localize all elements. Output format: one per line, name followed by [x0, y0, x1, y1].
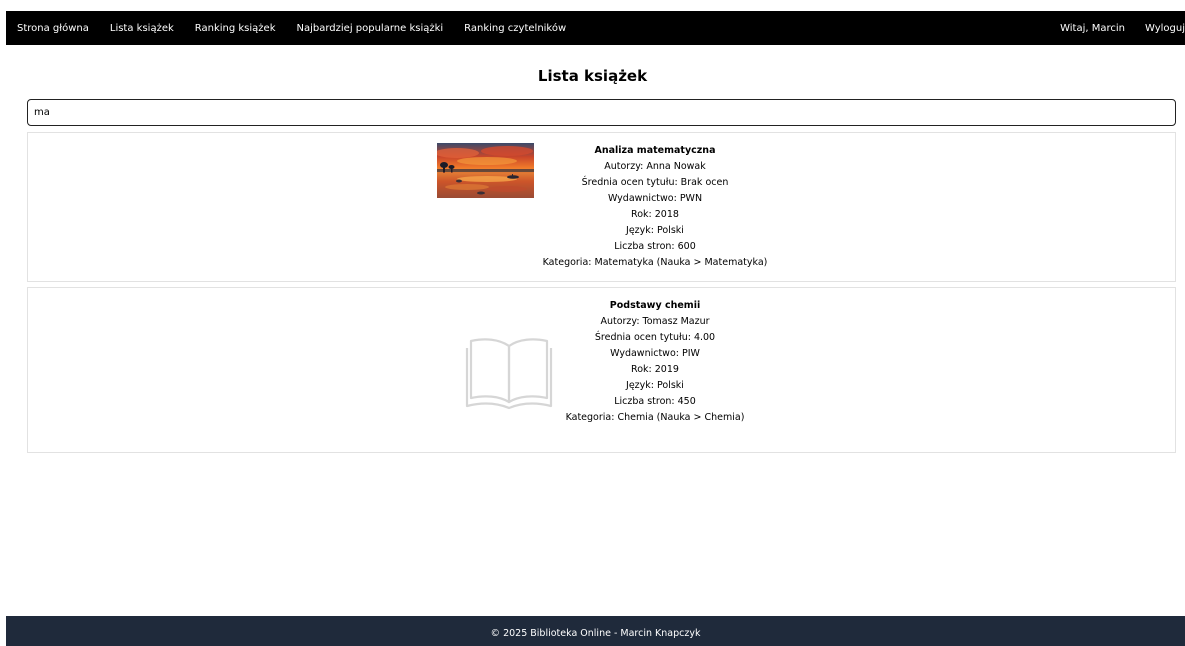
book-category: Kategoria: Matematyka (Nauka > Matematyk…: [542, 257, 768, 268]
book-category: Kategoria: Chemia (Nauka > Chemia): [565, 412, 745, 423]
nav-link-book-ranking[interactable]: Ranking książek: [195, 23, 276, 34]
nav-link-book-list[interactable]: Lista książek: [110, 23, 174, 34]
book-pages: Liczba stron: 450: [614, 396, 696, 407]
book-pages: Liczba stron: 600: [614, 241, 696, 252]
book-authors: Autorzy: Anna Nowak: [604, 161, 706, 172]
book-average-rating: Średnia ocen tytułu: Brak ocen: [581, 177, 729, 188]
book-year: Rok: 2018: [631, 209, 679, 220]
book-card[interactable]: Analiza matematyczna Autorzy: Anna Nowak…: [27, 132, 1176, 282]
nav-link-home[interactable]: Strona główna: [17, 23, 89, 34]
nav-right-group: Witaj, Marcin Wyloguj: [1040, 11, 1185, 45]
book-card[interactable]: Podstawy chemii Autorzy: Tomasz Mazur Śr…: [27, 287, 1176, 453]
book-language: Język: Polski: [626, 380, 684, 391]
top-navbar: Strona główna Lista książek Ranking ksią…: [6, 11, 1185, 45]
book-language: Język: Polski: [626, 225, 684, 236]
page-title: Lista książek: [537, 67, 648, 85]
book-authors: Autorzy: Tomasz Mazur: [600, 316, 710, 327]
nav-left-group: Strona główna Lista książek Ranking ksią…: [6, 11, 576, 45]
book-publisher: Wydawnictwo: PWN: [607, 193, 703, 204]
book-publisher: Wydawnictwo: PIW: [610, 348, 700, 359]
footer: © 2025 Biblioteka Online - Marcin Knapcz…: [6, 616, 1185, 646]
book-average-rating: Średnia ocen tytułu: 4.00: [594, 332, 716, 343]
book-info: Podstawy chemii Autorzy: Tomasz Mazur Śr…: [536, 298, 774, 426]
book-year: Rok: 2019: [631, 364, 679, 375]
footer-copyright: © 2025 Biblioteka Online - Marcin Knapcz…: [490, 628, 701, 639]
book-title[interactable]: Analiza matematyczna: [536, 143, 774, 159]
nav-link-popular-books[interactable]: Najbardziej popularne książki: [297, 23, 444, 34]
book-title[interactable]: Podstawy chemii: [536, 298, 774, 314]
book-info: Analiza matematyczna Autorzy: Anna Nowak…: [536, 143, 774, 271]
user-greeting-link[interactable]: Witaj, Marcin: [1060, 23, 1125, 34]
logout-link[interactable]: Wyloguj: [1145, 23, 1185, 34]
nav-link-reader-ranking[interactable]: Ranking czytelników: [464, 23, 566, 34]
search-input[interactable]: [27, 99, 1176, 126]
book-cover-image: [437, 143, 534, 198]
